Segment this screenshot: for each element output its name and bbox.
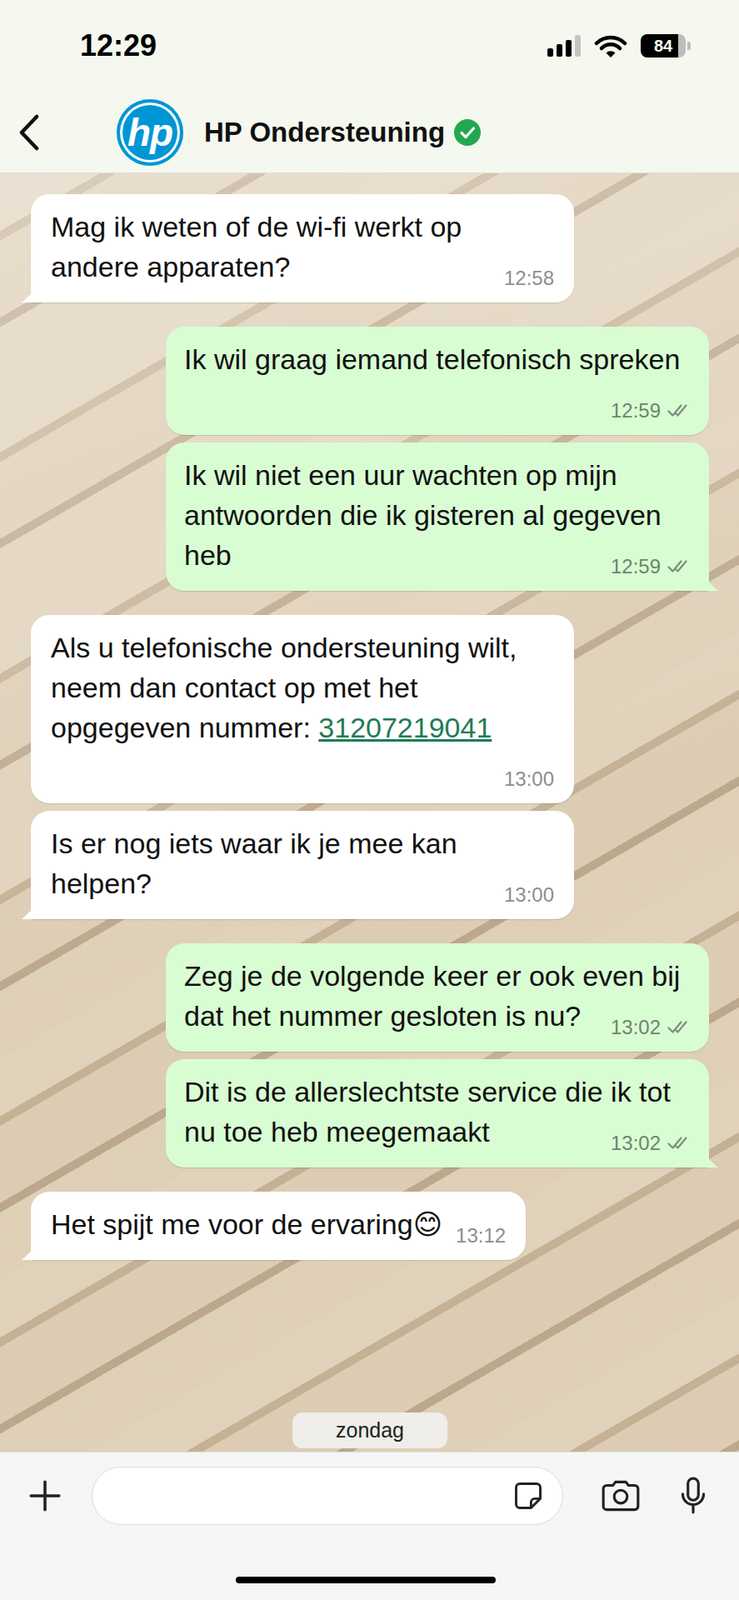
battery-reading: 84 xyxy=(640,34,686,58)
message-time: 12:59 xyxy=(610,554,661,579)
message-text: Is er nog iets waar ik je mee kan helpen… xyxy=(50,827,458,899)
camera-icon[interactable] xyxy=(599,1478,642,1513)
message-meta: 13:02 xyxy=(610,1015,691,1039)
message-field[interactable] xyxy=(91,1466,564,1525)
message-time: 13:02 xyxy=(610,1131,661,1155)
message-time: 13:00 xyxy=(504,767,555,791)
signal-bar xyxy=(574,34,581,57)
message-meta: 13:00 xyxy=(504,883,555,907)
message-meta: 12:59 xyxy=(610,554,691,579)
message-bubble: Zeg je de volgende keer er ook even bij … xyxy=(165,943,710,1052)
wifi-icon xyxy=(594,33,628,59)
signal-bar xyxy=(565,39,572,57)
sticker-icon[interactable] xyxy=(512,1479,545,1512)
message-time: 12:59 xyxy=(610,399,661,423)
message-time: 13:12 xyxy=(455,1223,506,1248)
message-text: Mag ik weten of de wi-fi werkt op andere… xyxy=(50,210,462,283)
hp-logo[interactable]: hp xyxy=(116,99,184,166)
chat-title[interactable]: HP Ondersteuning xyxy=(204,111,445,154)
message-text: Dit is de allerslechtste service die ik … xyxy=(184,1075,671,1148)
back-button[interactable] xyxy=(18,114,52,151)
message-bubble: Mag ik weten of de wi-fi werkt op andere… xyxy=(30,194,575,303)
signal-icon xyxy=(547,34,581,57)
message-bubble: Als u telefonische ondersteuning wilt, n… xyxy=(30,614,575,804)
message-meta: 12:58 xyxy=(504,266,555,290)
message-meta: 13:00 xyxy=(504,767,555,791)
message-bubble: Dit is de allerslechtste service die ik … xyxy=(165,1058,710,1168)
message-bubble: Ik wil graag iemand telefonisch spreken 1… xyxy=(165,326,710,435)
date-chip: zondag xyxy=(292,1412,448,1449)
signal-bar xyxy=(547,48,554,57)
clock: 12:29 xyxy=(79,27,157,65)
signal-bar xyxy=(556,44,563,57)
message-bubble: Ik wil niet een uur wachten op mijn antw… xyxy=(165,442,710,591)
message-input[interactable] xyxy=(114,1476,513,1516)
chat-area: Mag ik weten of de wi-fi werkt op andere… xyxy=(0,173,739,1452)
message-time: 13:02 xyxy=(610,1015,661,1039)
message-bubble: Het spijt me voor de ervaring😊 13:12 xyxy=(30,1191,526,1260)
double-check-icon xyxy=(665,559,691,575)
phone-link[interactable]: 31207219041 xyxy=(318,711,492,744)
message-time: 12:58 xyxy=(504,266,555,290)
home-indicator[interactable] xyxy=(235,1576,496,1583)
attach-button[interactable] xyxy=(24,1478,65,1513)
status-bar: 12:29 84 xyxy=(0,0,739,92)
mic-button[interactable] xyxy=(679,1476,707,1515)
message-text: Ik wil graag iemand telefonisch spreken xyxy=(184,343,680,375)
compose-bar xyxy=(0,1451,739,1600)
message-meta: 13:12 xyxy=(455,1223,506,1248)
message-text: Ik wil niet een uur wachten op mijn antw… xyxy=(184,459,662,571)
battery-icon: 84 xyxy=(640,34,691,58)
message-text: Het spijt me voor de ervaring😊 xyxy=(50,1208,443,1240)
microphone-icon[interactable] xyxy=(679,1476,707,1515)
double-check-icon xyxy=(665,403,691,419)
double-check-icon xyxy=(665,1135,691,1151)
camera-button[interactable] xyxy=(599,1478,642,1513)
chevron-left-icon[interactable] xyxy=(18,114,40,151)
message-text: Zeg je de volgende keer er ook even bij … xyxy=(184,959,680,1032)
plus-icon[interactable] xyxy=(27,1478,63,1513)
message-time: 13:00 xyxy=(504,883,555,907)
message-bubble: Is er nog iets waar ik je mee kan helpen… xyxy=(30,810,575,919)
message-list: Mag ik weten of de wi-fi werkt op andere… xyxy=(30,194,710,1260)
message-meta: 13:02 xyxy=(610,1131,691,1155)
verified-icon xyxy=(453,118,482,147)
message-meta: 12:59 xyxy=(610,399,691,423)
double-check-icon xyxy=(665,1019,691,1035)
chat-header: hp HP Ondersteuning xyxy=(0,91,739,174)
